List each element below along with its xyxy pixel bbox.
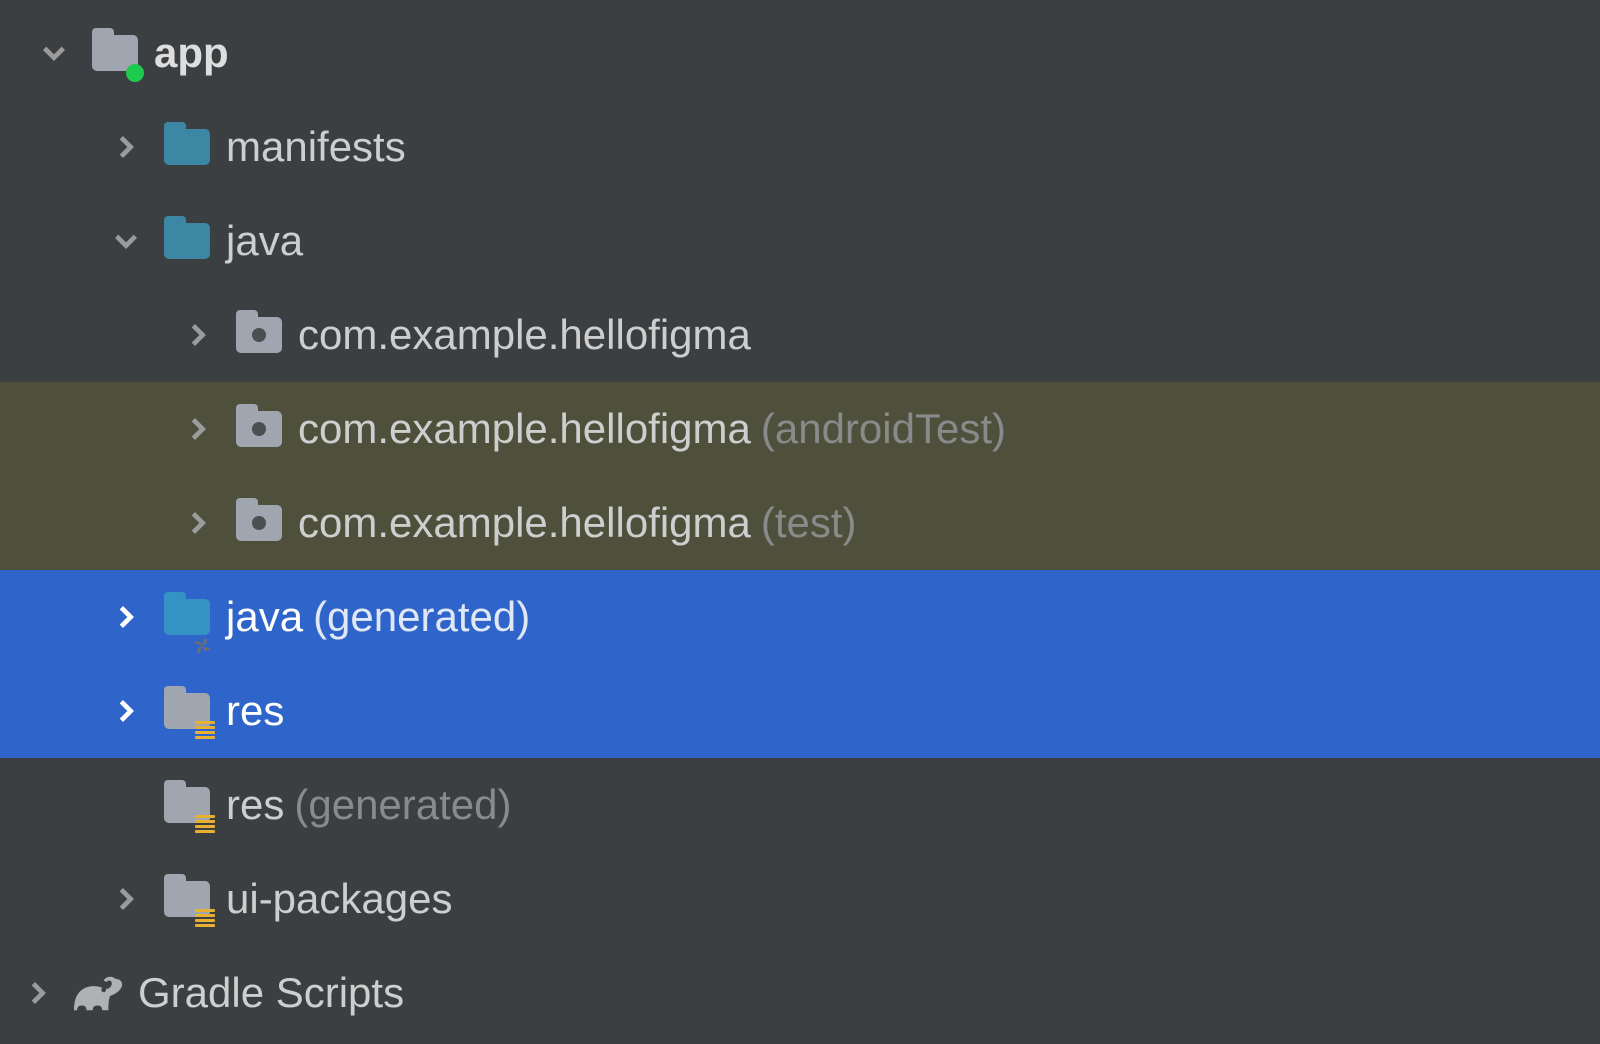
module-folder-icon [90,28,140,78]
chevron-right-icon[interactable] [102,875,150,923]
gradle-icon [74,968,124,1018]
chevron-down-icon[interactable] [30,29,78,77]
chevron-right-icon[interactable] [102,687,150,735]
chevron-right-icon[interactable] [174,311,222,359]
tree-node-app[interactable]: app [0,6,1600,100]
tree-label-suffix: (test) [761,499,857,547]
tree-label-suffix: (androidTest) [761,405,1006,453]
tree-node-java[interactable]: java [0,194,1600,288]
tree-node-res-generated[interactable]: res (generated) [0,758,1600,852]
package-folder-icon [234,404,284,454]
tree-node-ui-packages[interactable]: ui-packages [0,852,1600,946]
resource-folder-icon [162,874,212,924]
project-tree: app manifests java com.example.hellofigm… [0,0,1600,1040]
tree-node-gradle-scripts[interactable]: Gradle Scripts [0,946,1600,1040]
resource-folder-icon [162,780,212,830]
folder-icon [162,122,212,172]
tree-node-java-generated[interactable]: java (generated) [0,570,1600,664]
folder-icon [162,216,212,266]
tree-label: com.example.hellofigma [298,311,751,359]
tree-label: java [226,593,303,641]
tree-label: java [226,217,303,265]
tree-label: app [154,29,229,77]
tree-label: com.example.hellofigma [298,405,751,453]
tree-label: com.example.hellofigma [298,499,751,547]
chevron-right-icon[interactable] [14,969,62,1017]
chevron-right-icon[interactable] [102,593,150,641]
tree-label-suffix: (generated) [294,781,511,829]
chevron-right-icon[interactable] [102,123,150,171]
chevron-down-icon[interactable] [102,217,150,265]
chevron-right-icon[interactable] [174,499,222,547]
tree-node-package-main[interactable]: com.example.hellofigma [0,288,1600,382]
tree-node-package-androidtest[interactable]: com.example.hellofigma (androidTest) [0,382,1600,476]
chevron-right-icon[interactable] [174,405,222,453]
tree-label: ui-packages [226,875,452,923]
tree-label: res [226,781,284,829]
tree-label: manifests [226,123,406,171]
package-folder-icon [234,310,284,360]
tree-node-manifests[interactable]: manifests [0,100,1600,194]
tree-label-suffix: (generated) [313,593,530,641]
tree-node-res[interactable]: res [0,664,1600,758]
package-folder-icon [234,498,284,548]
resource-folder-icon [162,686,212,736]
generated-folder-icon [162,592,212,642]
tree-node-package-test[interactable]: com.example.hellofigma (test) [0,476,1600,570]
tree-label: res [226,687,284,735]
tree-label: Gradle Scripts [138,969,404,1017]
